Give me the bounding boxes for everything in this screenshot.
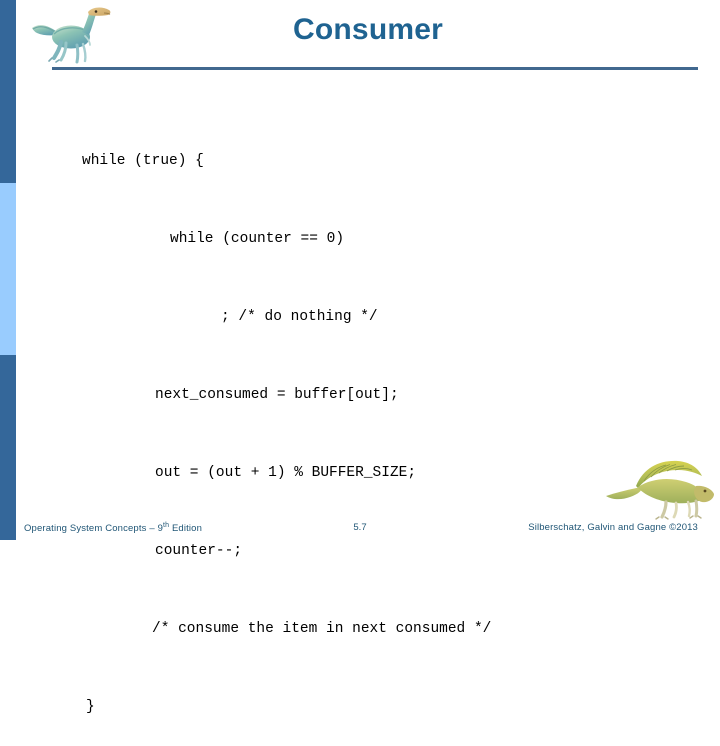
code-line: counter--; xyxy=(155,543,243,559)
slide-footer: Operating System Concepts – 9th Edition … xyxy=(0,520,720,540)
footer-copyright: Silberschatz, Galvin and Gagne ©2013 xyxy=(528,522,698,533)
code-line: next_consumed = buffer[out]; xyxy=(155,387,399,403)
code-line: while (true) { xyxy=(82,153,204,169)
sidebar-accent-middle xyxy=(0,183,16,355)
page-title: Consumer xyxy=(293,13,443,46)
code-line: while (counter == 0) xyxy=(170,231,345,247)
sidebar-accent-bottom xyxy=(0,355,16,540)
slide-header: Consumer xyxy=(16,0,720,72)
code-line: } xyxy=(86,699,95,715)
title-divider xyxy=(52,67,698,70)
dimetrodon-decoration-icon xyxy=(604,458,716,520)
code-line: ; /* do nothing */ xyxy=(221,309,378,325)
code-line: /* consume the item in next consumed */ xyxy=(152,621,492,637)
sidebar-accent-top xyxy=(0,0,16,183)
code-listing: while (true) { while (counter == 0) ; /*… xyxy=(16,96,720,746)
